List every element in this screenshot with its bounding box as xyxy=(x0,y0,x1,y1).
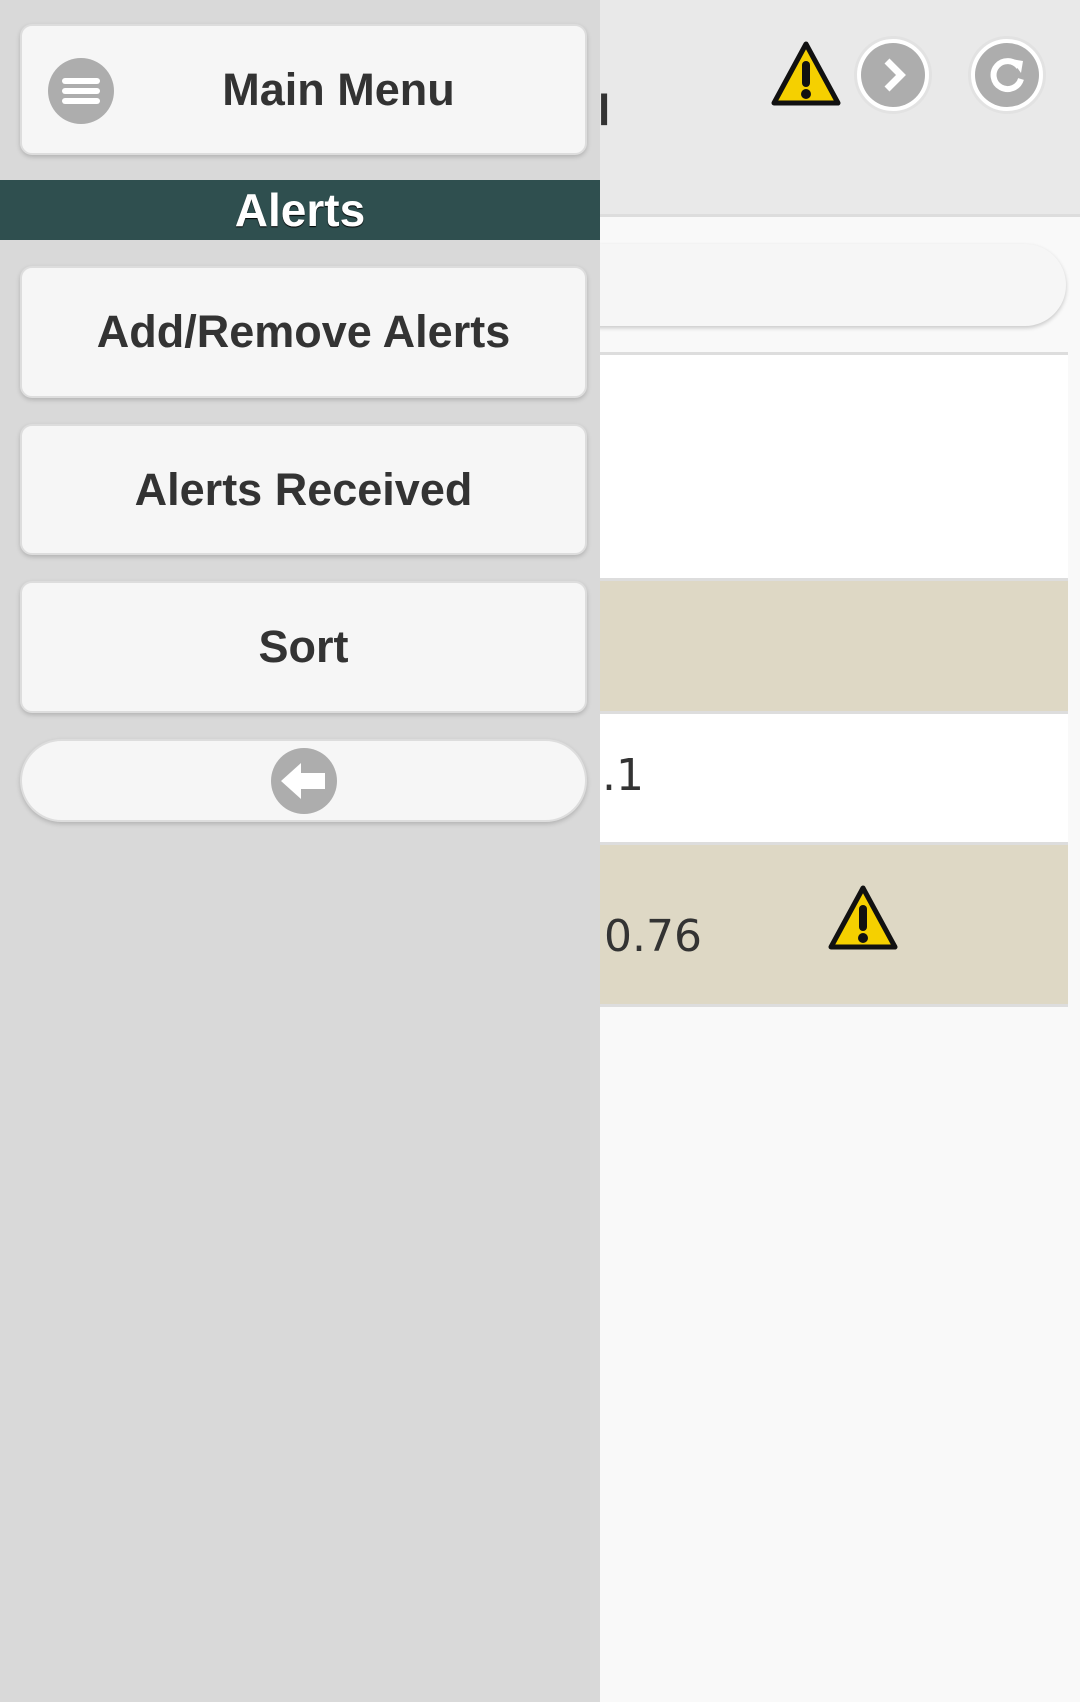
list-item[interactable]: 0.76 xyxy=(600,845,1068,1007)
section-title: Alerts xyxy=(0,180,600,240)
sort-button[interactable]: Sort xyxy=(20,581,587,713)
arrow-left-icon xyxy=(270,747,337,814)
list-item[interactable] xyxy=(600,581,1068,714)
main-menu-button[interactable]: Main Menu xyxy=(20,24,587,155)
chevron-right-icon xyxy=(884,58,906,92)
list-item[interactable]: .1 xyxy=(600,714,1068,845)
back-button[interactable] xyxy=(20,739,587,822)
refresh-button[interactable] xyxy=(968,36,1046,114)
warning-icon[interactable] xyxy=(771,41,841,107)
menu-icon xyxy=(48,58,114,124)
refresh-icon xyxy=(990,58,1024,93)
add-remove-alerts-button[interactable]: Add/Remove Alerts xyxy=(20,266,587,398)
side-panel: Main Menu Alerts Add/Remove Alerts Alert… xyxy=(0,0,600,1702)
forward-button[interactable] xyxy=(854,36,932,114)
list-item[interactable] xyxy=(600,352,1068,581)
warning-icon xyxy=(828,885,898,950)
search-input[interactable] xyxy=(560,244,1066,326)
alerts-received-button[interactable]: Alerts Received xyxy=(20,424,587,555)
row-value: 0.76 xyxy=(604,911,702,962)
main-menu-label: Main Menu xyxy=(222,63,455,115)
row-value: .1 xyxy=(602,750,644,801)
